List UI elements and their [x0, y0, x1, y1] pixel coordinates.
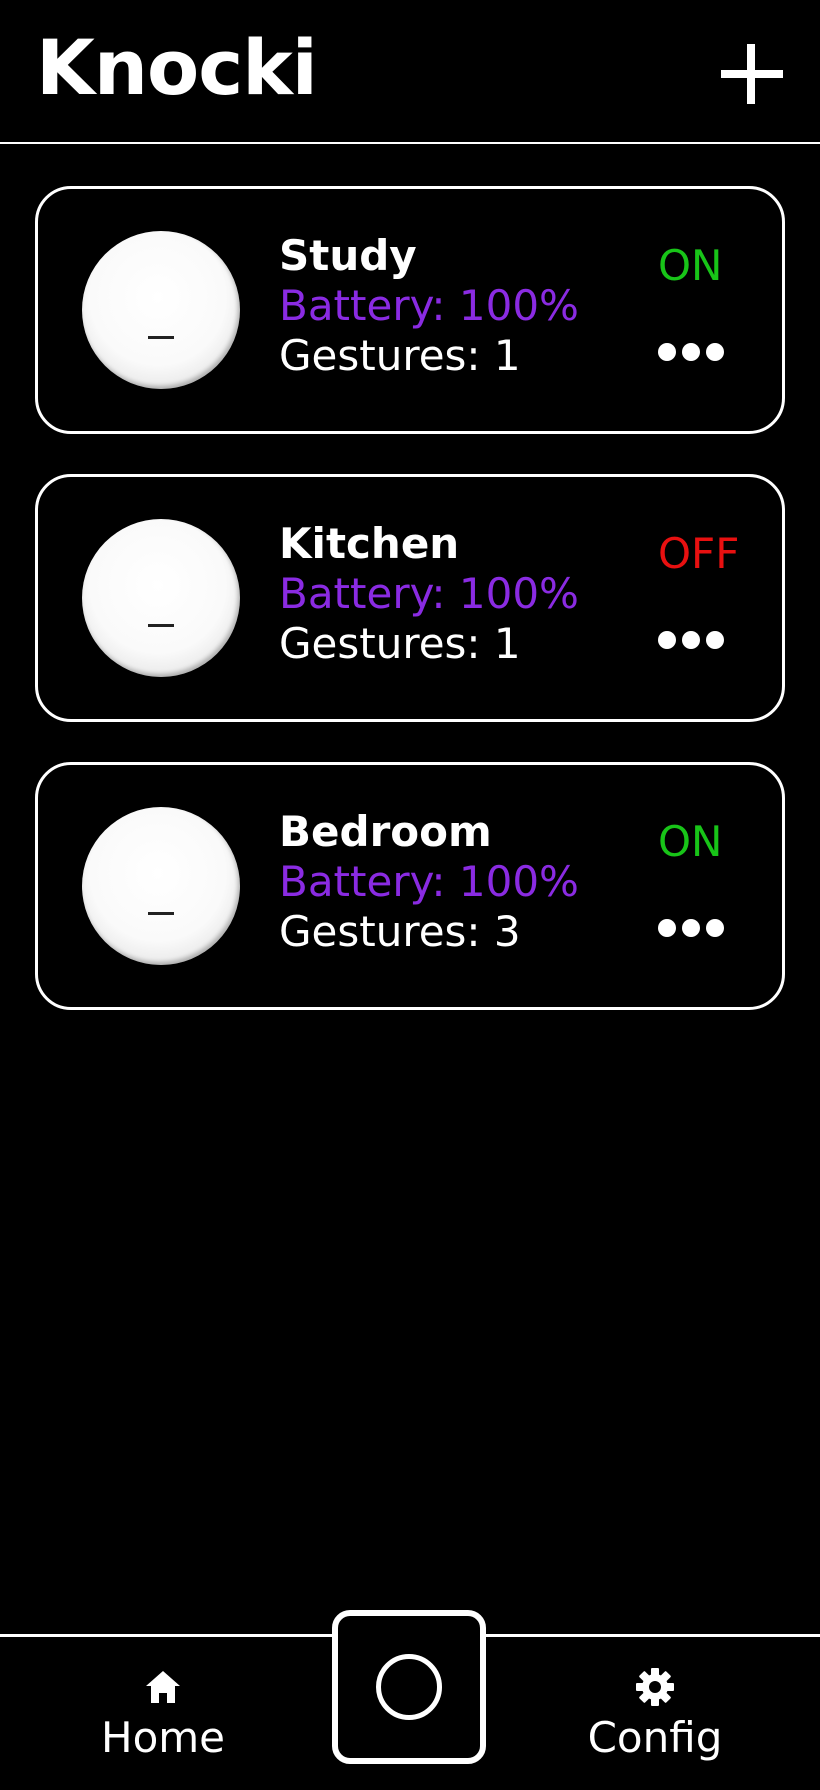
- more-options-button[interactable]: [658, 337, 738, 367]
- dot-icon: [682, 343, 700, 361]
- nav-config-button[interactable]: Config: [555, 1667, 755, 1763]
- device-battery: Battery: 100%: [279, 857, 579, 906]
- knob-mark: [148, 336, 174, 339]
- device-name: Kitchen: [279, 519, 460, 568]
- home-icon: [146, 1671, 180, 1703]
- add-device-button[interactable]: [716, 38, 788, 110]
- knocki-device-icon: [82, 519, 240, 677]
- device-gestures: Gestures: 1: [279, 619, 521, 668]
- dot-icon: [658, 919, 676, 937]
- knock-center-button[interactable]: [332, 1610, 486, 1764]
- more-options-button[interactable]: [658, 913, 738, 943]
- device-gestures: Gestures: 3: [279, 907, 521, 956]
- device-card-kitchen[interactable]: Kitchen Battery: 100% Gestures: 1 OFF: [35, 474, 785, 722]
- dot-icon: [682, 919, 700, 937]
- device-status-toggle[interactable]: OFF: [658, 529, 739, 579]
- nav-home-label: Home: [100, 1713, 226, 1762]
- app-title: Knocki: [36, 23, 318, 112]
- dot-icon: [706, 919, 724, 937]
- device-name: Bedroom: [279, 807, 492, 856]
- dot-icon: [658, 631, 676, 649]
- gear-icon: [636, 1668, 674, 1706]
- app-header: Knocki: [0, 0, 820, 144]
- nav-home-button[interactable]: Home: [63, 1667, 263, 1763]
- dot-icon: [658, 343, 676, 361]
- device-gestures: Gestures: 1: [279, 331, 521, 380]
- device-info: Kitchen Battery: 100% Gestures: 1: [279, 519, 579, 669]
- device-list: Study Battery: 100% Gestures: 1 ON Kitch…: [35, 186, 785, 1050]
- device-info: Bedroom Battery: 100% Gestures: 3: [279, 807, 579, 957]
- circle-icon: [376, 1654, 442, 1720]
- dot-icon: [706, 343, 724, 361]
- nav-config-label: Config: [587, 1713, 723, 1762]
- dot-icon: [682, 631, 700, 649]
- knocki-device-icon: [82, 231, 240, 389]
- dot-icon: [706, 631, 724, 649]
- device-name: Study: [279, 231, 417, 280]
- device-card-bedroom[interactable]: Bedroom Battery: 100% Gestures: 3 ON: [35, 762, 785, 1010]
- knob-mark: [148, 624, 174, 627]
- knob-mark: [148, 912, 174, 915]
- more-options-button[interactable]: [658, 625, 738, 655]
- device-battery: Battery: 100%: [279, 569, 579, 618]
- device-status-toggle[interactable]: ON: [658, 241, 722, 291]
- knocki-device-icon: [82, 807, 240, 965]
- device-card-study[interactable]: Study Battery: 100% Gestures: 1 ON: [35, 186, 785, 434]
- device-info: Study Battery: 100% Gestures: 1: [279, 231, 579, 381]
- device-battery: Battery: 100%: [279, 281, 579, 330]
- device-status-toggle[interactable]: ON: [658, 817, 722, 867]
